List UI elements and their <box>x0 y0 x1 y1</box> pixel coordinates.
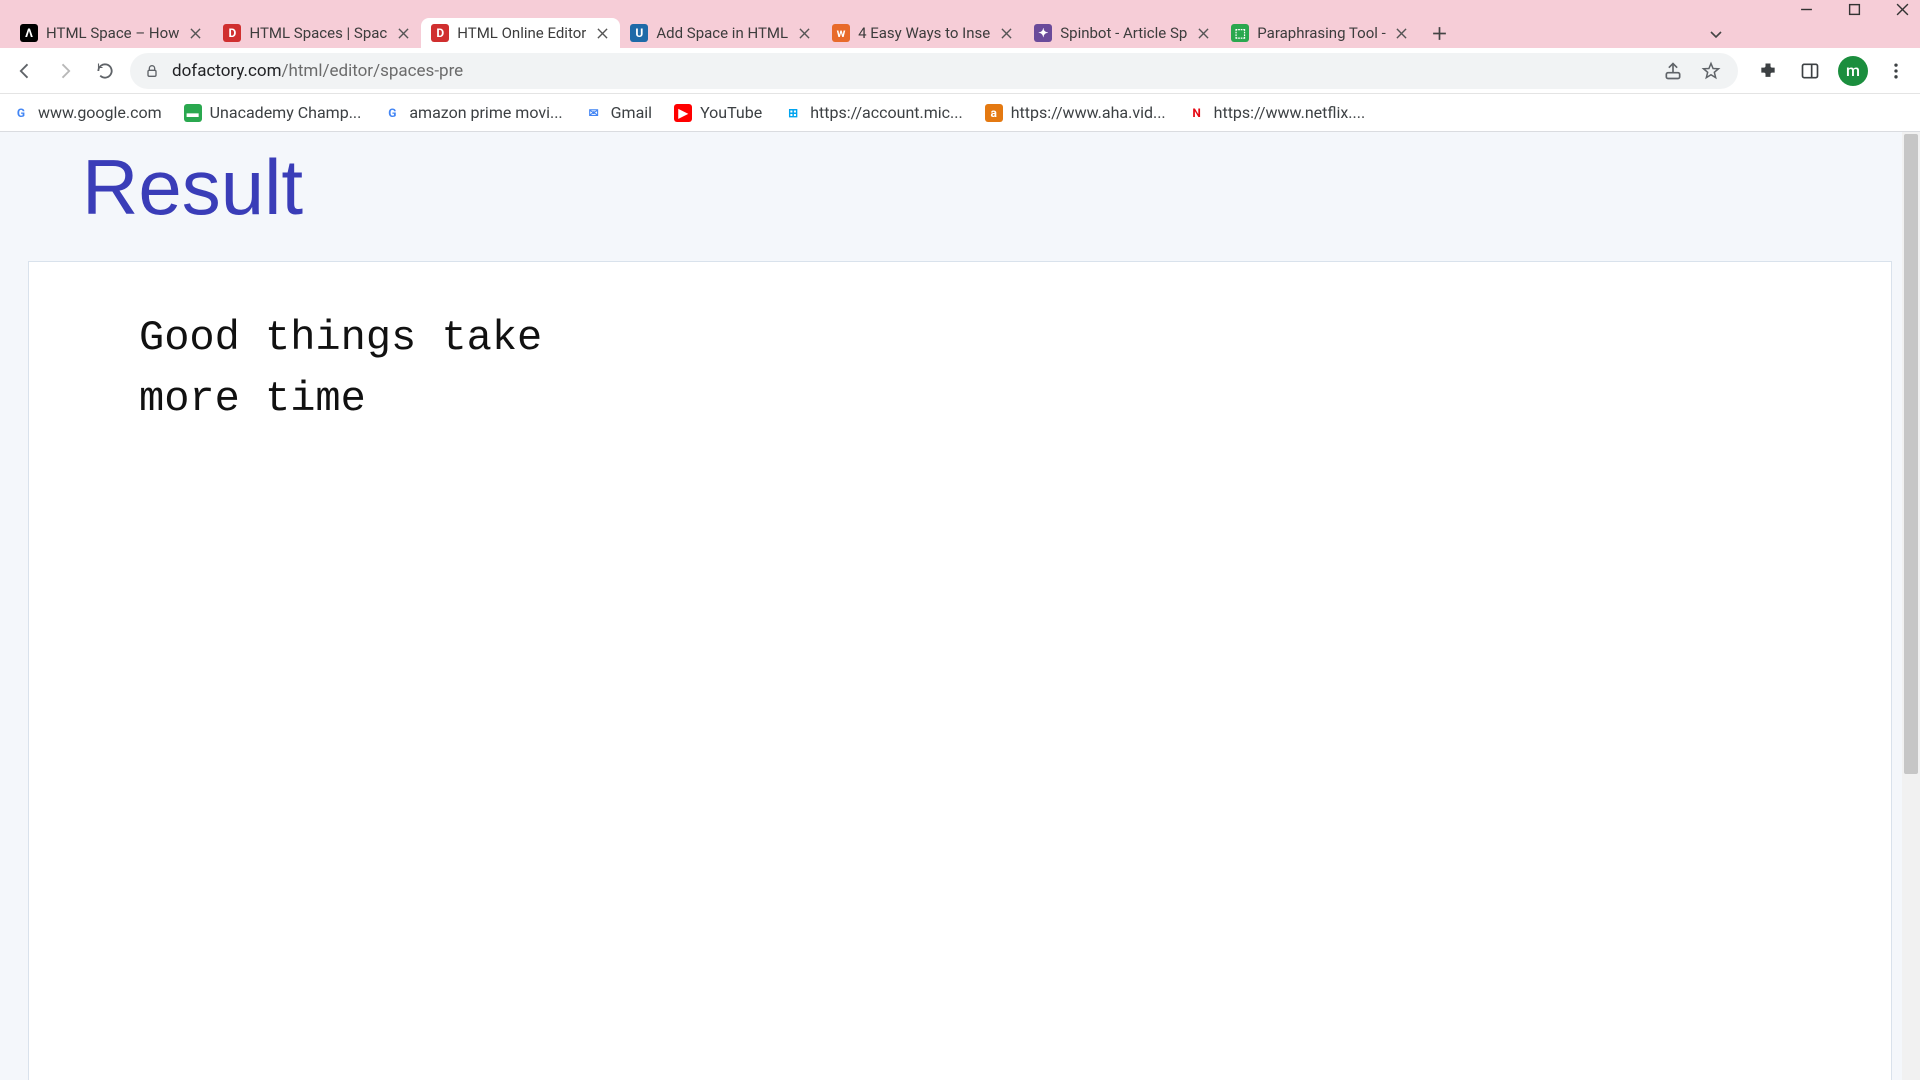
page-viewport: Result Good things take more time <box>0 132 1920 1080</box>
tab-favicon-icon: w <box>832 24 850 42</box>
tab-close-icon[interactable] <box>796 25 812 41</box>
bookmark-label: Gmail <box>611 103 652 122</box>
bookmark-item[interactable]: ▬ Unacademy Champ... <box>184 103 362 122</box>
back-button[interactable] <box>10 56 40 86</box>
tab-close-icon[interactable] <box>998 25 1014 41</box>
bookmark-favicon-icon: N <box>1188 104 1206 122</box>
tab-label: HTML Space – How <box>46 24 179 42</box>
tab-strip: Λ HTML Space – How D HTML Spaces | Spac D HTM… <box>0 18 1920 48</box>
tab-label: HTML Spaces | Spac <box>249 24 387 42</box>
browser-tab[interactable]: ✦ Spinbot - Article Sp <box>1024 18 1221 48</box>
bookmark-label: https://www.aha.vid... <box>1011 103 1166 122</box>
browser-tab[interactable]: D HTML Online Editor <box>421 18 620 48</box>
url-domain: dofactory.com <box>172 61 281 81</box>
tab-close-icon[interactable] <box>1394 25 1410 41</box>
tab-label: Add Space in HTML <box>656 24 788 42</box>
bookmark-item[interactable]: Gamazon prime movi... <box>383 103 562 122</box>
bookmark-item[interactable]: ✉ Gmail <box>585 103 652 122</box>
tab-favicon-icon: Λ <box>20 24 38 42</box>
bookmark-label: https://account.mic... <box>810 103 963 122</box>
tab-search-button[interactable] <box>1702 20 1730 48</box>
tab-favicon-icon: D <box>431 24 449 42</box>
reload-button[interactable] <box>90 56 120 86</box>
tab-close-icon[interactable] <box>1195 25 1211 41</box>
scrollbar-thumb[interactable] <box>1904 134 1918 774</box>
extensions-icon[interactable] <box>1754 57 1782 85</box>
share-icon[interactable] <box>1660 58 1686 84</box>
bookmark-label: Unacademy Champ... <box>210 103 362 122</box>
tab-close-icon[interactable] <box>395 25 411 41</box>
bookmark-label: www.google.com <box>38 103 162 122</box>
tab-favicon-icon: ⬚ <box>1231 24 1249 42</box>
toolbar-right-icons: m <box>1754 56 1910 86</box>
bookmark-item[interactable]: ▶ YouTube <box>674 103 762 122</box>
tab-label: Paraphrasing Tool - <box>1257 24 1386 42</box>
bookmark-favicon-icon: G <box>383 104 401 122</box>
url-text: dofactory.com/html/editor/spaces-pre <box>172 61 1648 81</box>
bookmark-favicon-icon: ⊞ <box>784 104 802 122</box>
bookmark-favicon-icon: a <box>985 104 1003 122</box>
window-maximize-button[interactable] <box>1844 0 1864 18</box>
preformatted-text: Good things take more time <box>139 308 1781 430</box>
bookmarks-bar: Gwww.google.com ▬ Unacademy Champ... Gamazo… <box>0 94 1920 132</box>
tab-close-icon[interactable] <box>187 25 203 41</box>
profile-avatar[interactable]: m <box>1838 56 1868 86</box>
tab-label: Spinbot - Article Sp <box>1060 24 1187 42</box>
browser-tab[interactable]: w 4 Easy Ways to Inse <box>822 18 1024 48</box>
window-close-button[interactable] <box>1892 0 1912 18</box>
avatar-letter: m <box>1846 61 1860 80</box>
bookmark-favicon-icon: G <box>12 104 30 122</box>
tab-close-icon[interactable] <box>594 25 610 41</box>
forward-button[interactable] <box>50 56 80 86</box>
bookmark-star-icon[interactable] <box>1698 58 1724 84</box>
sidepanel-icon[interactable] <box>1796 57 1824 85</box>
bookmark-label: https://www.netflix.... <box>1214 103 1366 122</box>
tab-favicon-icon: D <box>223 24 241 42</box>
tab-label: HTML Online Editor <box>457 24 586 42</box>
bookmark-item[interactable]: a https://www.aha.vid... <box>985 103 1166 122</box>
url-path: /html/editor/spaces-pre <box>281 61 463 81</box>
bookmark-item[interactable]: Gwww.google.com <box>12 103 162 122</box>
bookmark-favicon-icon: ▬ <box>184 104 202 122</box>
browser-tab[interactable]: U Add Space in HTML <box>620 18 822 48</box>
tab-label: 4 Easy Ways to Inse <box>858 24 990 42</box>
bookmark-item[interactable]: Nhttps://www.netflix.... <box>1188 103 1366 122</box>
window-titlebar <box>0 0 1920 18</box>
browser-tab[interactable]: ⬚ Paraphrasing Tool - <box>1221 18 1420 48</box>
bookmark-label: amazon prime movi... <box>409 103 562 122</box>
tab-favicon-icon: U <box>630 24 648 42</box>
bookmark-favicon-icon: ▶ <box>674 104 692 122</box>
new-tab-button[interactable] <box>1424 18 1456 48</box>
bookmark-item[interactable]: ⊞ https://account.mic... <box>784 103 963 122</box>
kebab-menu-icon[interactable] <box>1882 57 1910 85</box>
tab-favicon-icon: ✦ <box>1034 24 1052 42</box>
window-minimize-button[interactable] <box>1796 0 1816 18</box>
browser-toolbar: dofactory.com/html/editor/spaces-pre m <box>0 48 1920 94</box>
result-heading: Result <box>0 132 1920 261</box>
result-pane: Good things take more time <box>28 261 1892 1080</box>
bookmark-label: YouTube <box>700 103 762 122</box>
lock-icon <box>144 63 160 79</box>
bookmark-favicon-icon: ✉ <box>585 104 603 122</box>
browser-tab[interactable]: D HTML Spaces | Spac <box>213 18 421 48</box>
address-bar[interactable]: dofactory.com/html/editor/spaces-pre <box>130 53 1738 89</box>
browser-tab[interactable]: Λ HTML Space – How <box>10 18 213 48</box>
